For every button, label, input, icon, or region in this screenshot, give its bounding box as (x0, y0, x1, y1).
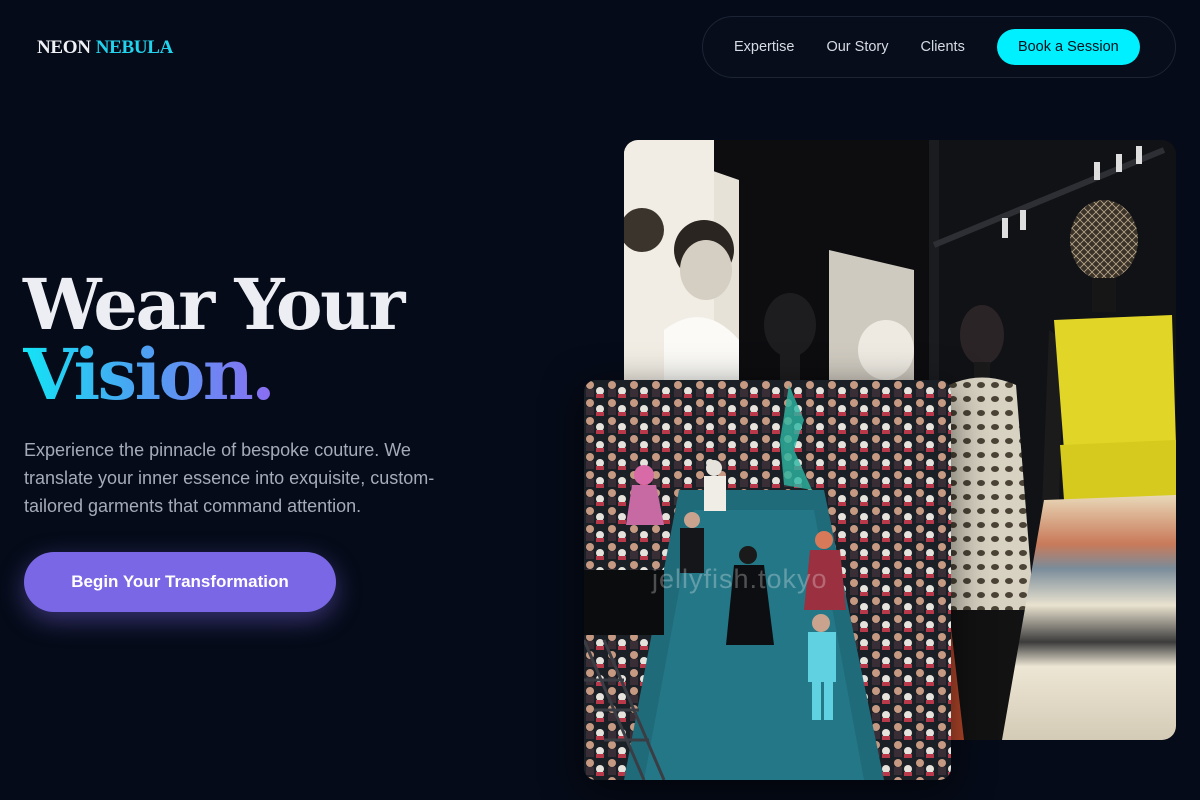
hero-subtitle: Experience the pinnacle of bespoke coutu… (24, 440, 435, 516)
main-nav: Expertise Our Story Clients Book a Sessi… (702, 16, 1176, 78)
hero-title: Wear Your Vision. (23, 263, 405, 416)
book-session-button[interactable]: Book a Session (996, 29, 1140, 65)
begin-transformation-button[interactable]: Begin Your Transformation (24, 552, 336, 612)
nav-link-expertise[interactable]: Expertise (734, 39, 794, 55)
brand-word-2: NEBULA (95, 37, 174, 58)
brand-logo[interactable]: NEON NEBULA (37, 37, 173, 59)
photo-watermark: jellyfish.tokyo (652, 564, 828, 594)
hero-title-line-1: Wear Your (23, 263, 405, 346)
nav-link-our-story[interactable]: Our Story (826, 39, 888, 55)
brand-word-1: NEON (37, 37, 91, 58)
hero-title-line-2: Vision. (23, 333, 276, 416)
nav-link-clients[interactable]: Clients (921, 39, 965, 55)
